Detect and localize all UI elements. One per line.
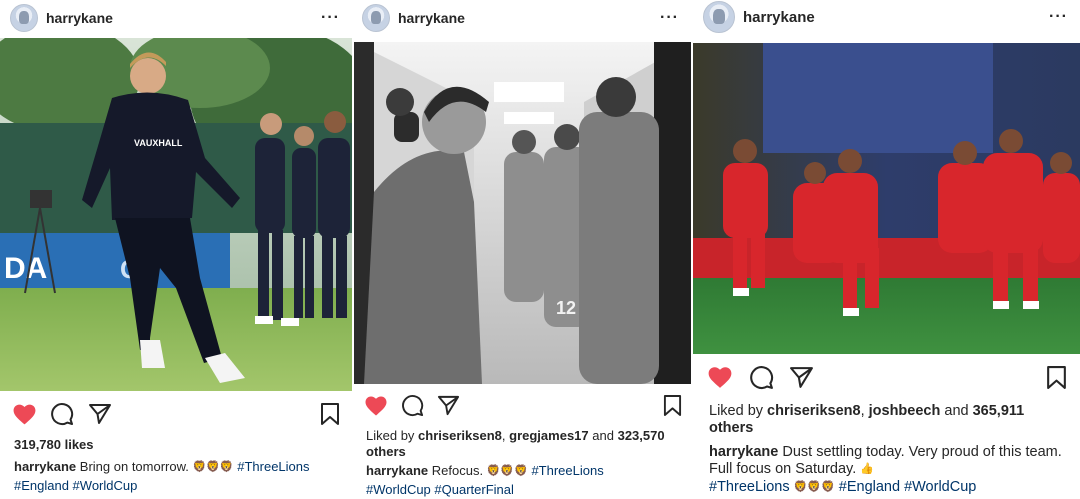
bookmark-icon[interactable] [320, 402, 340, 431]
post-photo[interactable] [693, 43, 1080, 354]
caption-username[interactable]: harrykane [709, 444, 778, 460]
caption-username[interactable]: harrykane [14, 459, 76, 474]
celebration-photo [693, 43, 1080, 354]
post-header: harrykane ··· [0, 0, 352, 36]
caption-text: Bring on tomorrow. [79, 459, 189, 474]
caption: harrykane Refocus. 🦁🦁🦁 #ThreeLions #Worl… [366, 462, 686, 498]
liked-by-user[interactable]: chriseriksen8 [767, 403, 861, 419]
post-header: harrykane ··· [693, 0, 1080, 34]
like-count[interactable]: 319,780 likes [14, 437, 94, 452]
post-header: harrykane ··· [354, 0, 691, 36]
avatar[interactable] [362, 4, 390, 32]
bookmark-icon[interactable] [1046, 365, 1067, 395]
liked-by-count[interactable]: 323,570 [618, 428, 665, 443]
caption-username[interactable]: harrykane [366, 463, 428, 478]
avatar[interactable] [10, 4, 38, 32]
svg-text:12: 12 [556, 298, 576, 318]
share-icon[interactable] [789, 365, 814, 395]
caption-text: Refocus. [431, 463, 484, 478]
caption: harrykane Dust settling today. Very prou… [709, 444, 1071, 497]
hashtags[interactable]: #England #WorldCup [839, 479, 977, 495]
bookmark-icon[interactable] [663, 394, 682, 422]
lion-emojis: 🦁🦁🦁 [793, 481, 835, 493]
post-3: harrykane ··· Liked by chriseriksen8, jo… [693, 0, 1080, 499]
username[interactable]: harrykane [46, 10, 113, 26]
liked-by-prefix: Liked by [709, 403, 764, 419]
hashtags[interactable]: #WorldCup #QuarterFinal [366, 482, 514, 497]
liked-by-and: and [944, 403, 969, 419]
lion-emojis: 🦁🦁🦁 [486, 465, 528, 477]
post-1: harrykane ··· DA G [0, 0, 352, 499]
heart-icon[interactable] [12, 402, 37, 431]
liked-by: Liked by chriseriksen8, gregjames17 and … [366, 428, 665, 459]
thumbs-up-emoji: 👍 [860, 463, 874, 475]
post-photo[interactable]: 12 6 [354, 42, 691, 384]
username[interactable]: harrykane [398, 10, 465, 26]
liked-by-and: and [592, 428, 614, 443]
share-icon[interactable] [437, 394, 460, 422]
more-icon[interactable]: ··· [660, 9, 679, 27]
liked-by-count[interactable]: 365,911 [973, 403, 1025, 419]
action-bar [0, 402, 352, 430]
liked-by-prefix: Liked by [366, 428, 415, 443]
liked-by-user[interactable]: gregjames17 [509, 428, 589, 443]
share-icon[interactable] [88, 402, 112, 431]
comment-icon[interactable] [749, 365, 774, 395]
avatar[interactable] [703, 1, 735, 33]
training-photo: DA GA [0, 38, 352, 391]
post-photo[interactable]: DA GA [0, 38, 352, 391]
liked-by-others[interactable]: others [709, 420, 753, 436]
post-2: harrykane ··· 12 Liked by chriseriksen8,… [354, 0, 691, 499]
svg-text:VAUXHALL: VAUXHALL [134, 138, 183, 148]
liked-by-user[interactable]: chriseriksen8 [418, 428, 502, 443]
comment-icon[interactable] [50, 402, 74, 431]
caption: harrykane Bring on tomorrow. 🦁🦁🦁 #ThreeL… [14, 458, 344, 494]
heart-icon[interactable] [364, 394, 388, 422]
action-bar [354, 394, 691, 422]
liked-by: Liked by chriseriksen8, joshbeech and 36… [709, 403, 1025, 436]
liked-by-user[interactable]: joshbeech [869, 403, 941, 419]
heart-icon[interactable] [707, 365, 733, 394]
username[interactable]: harrykane [743, 9, 815, 26]
hashtags[interactable]: #England #WorldCup [14, 478, 137, 493]
action-bar [693, 365, 1080, 393]
lion-emojis: 🦁🦁🦁 [192, 461, 234, 473]
svg-text:DA: DA [4, 252, 47, 285]
liked-by-others[interactable]: others [366, 444, 406, 459]
more-icon[interactable]: ··· [1049, 8, 1068, 26]
comment-icon[interactable] [401, 394, 424, 422]
hashtag-threelions[interactable]: #ThreeLions [709, 479, 790, 495]
instagram-posts-collage: harrykane ··· DA G [0, 0, 1080, 499]
tunnel-photo: 12 6 [354, 42, 691, 384]
hashtag-threelions[interactable]: #ThreeLions [237, 459, 309, 474]
more-icon[interactable]: ··· [321, 9, 340, 27]
hashtag-threelions[interactable]: #ThreeLions [531, 463, 603, 478]
